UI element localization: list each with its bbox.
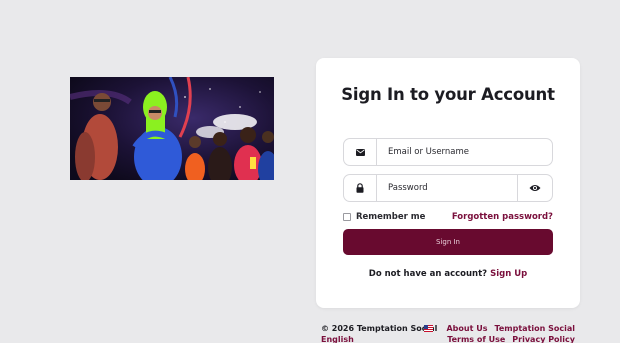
remember-me[interactable]: Remember me [343,212,425,222]
remember-label: Remember me [356,212,426,222]
footer-links-row1: About Us Temptation Social [446,324,575,333]
page-title: Sign In to your Account [341,85,555,104]
footer-link-brand[interactable]: Temptation Social [494,324,575,333]
username-field [343,138,553,166]
footer-link-privacy[interactable]: Privacy Policy [512,335,575,343]
lock-icon [344,175,377,201]
footer-links-row2: Terms of Use Privacy Policy [447,335,575,343]
hero-image [70,77,274,180]
forgot-password-link[interactable]: Forgotten password? [452,212,553,222]
eye-icon[interactable] [517,175,552,201]
remember-row: Remember me Forgotten password? [343,211,553,223]
sign-up-link[interactable]: Sign Up [490,269,527,279]
envelope-icon [344,139,377,165]
login-card: Sign In to your Account Email or Usernam… [316,58,580,308]
remember-checkbox[interactable] [343,213,351,221]
signup-row: Do not have an account? Sign Up [316,269,580,279]
us-flag-icon[interactable] [424,325,433,332]
copyright: © 2026 Temptation Social [321,324,438,333]
password-field [343,174,553,202]
username-input[interactable] [377,139,552,165]
sign-in-button[interactable]: Sign In [343,229,553,255]
footer-link-about[interactable]: About Us [446,324,487,333]
password-input[interactable] [377,175,517,201]
no-account-text: Do not have an account? [368,269,488,279]
language-link[interactable]: English [321,335,354,343]
footer-link-terms[interactable]: Terms of Use [447,335,505,343]
